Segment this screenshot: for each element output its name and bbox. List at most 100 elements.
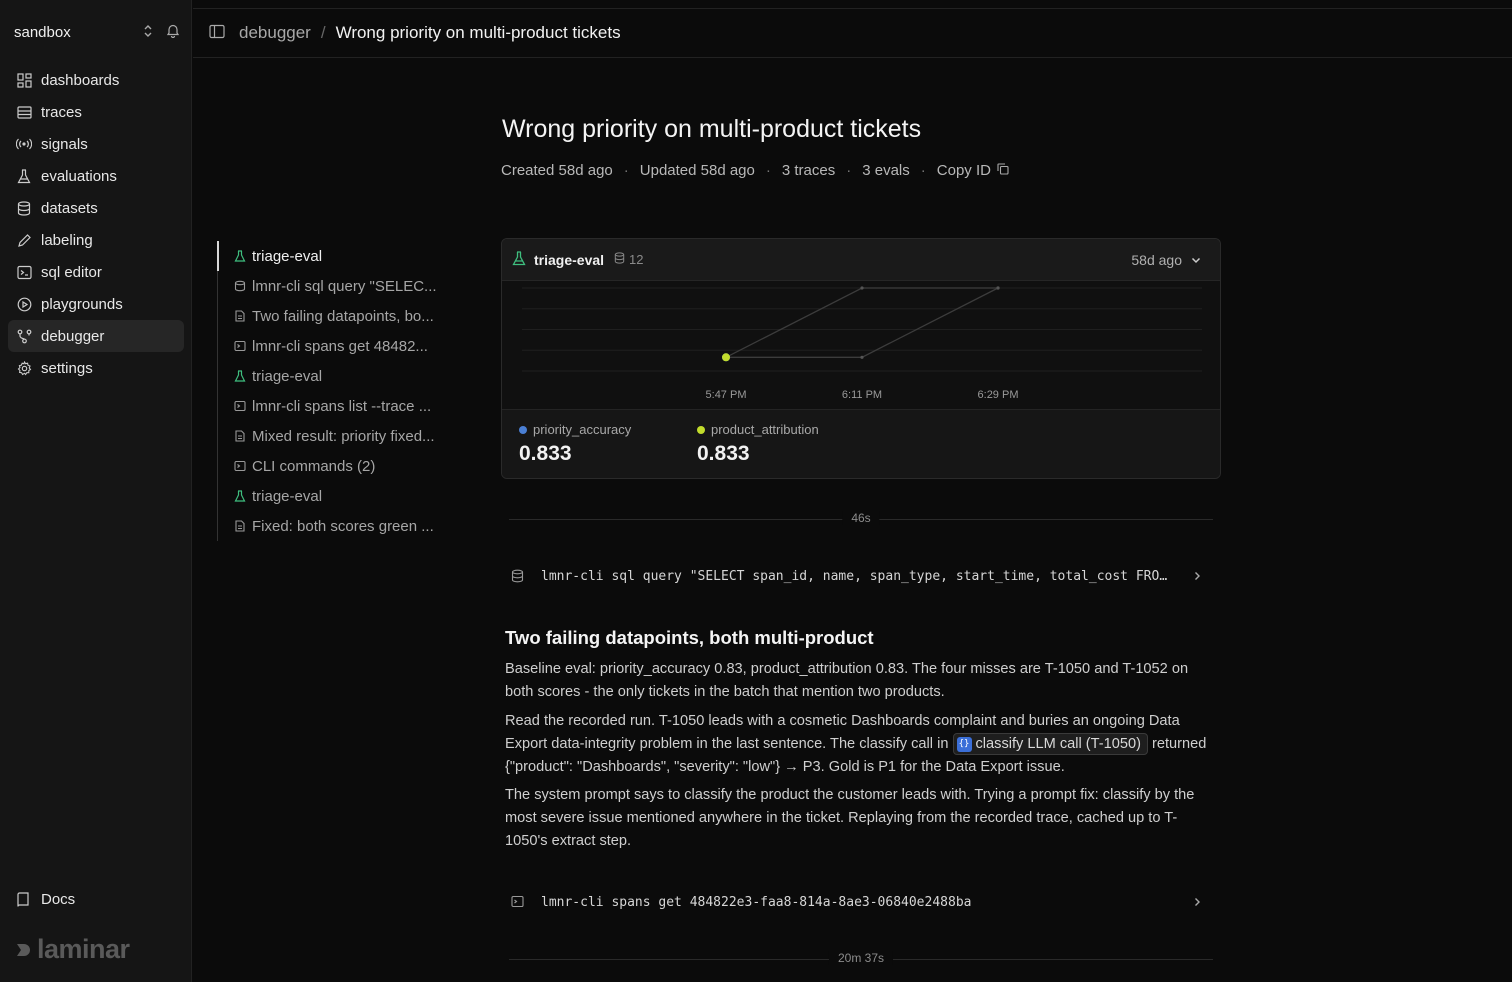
meta-updated: Updated 58d ago (639, 161, 755, 179)
x-tick-label: 6:29 PM (978, 389, 1019, 401)
sidebar-item-debugger[interactable]: debugger (8, 320, 184, 352)
outline-item-label: CLI commands (2) (252, 457, 376, 475)
sidebar-item-sql-editor[interactable]: sql editor (8, 256, 184, 288)
chevron-down-icon[interactable] (1190, 253, 1202, 269)
outline-item-label: triage-eval (252, 487, 323, 505)
copy-id-button[interactable]: Copy ID (937, 162, 1009, 179)
sidebar-item-label: traces (41, 103, 82, 121)
command-text: lmnr-cli spans get 484822e3-faa8-814a-8a… (541, 894, 972, 910)
outline-item[interactable]: triage-eval (218, 241, 442, 271)
metric-value: 0.833 (697, 442, 750, 465)
share-nodes-icon (16, 328, 32, 344)
sidebar: sandbox dashboards traces signals evalua… (0, 0, 192, 982)
sidebar-item-label: labeling (41, 231, 93, 249)
outline-item-label: lmnr-cli spans get 48482... (252, 337, 428, 355)
meta-dot: · (846, 161, 852, 179)
bell-icon[interactable] (166, 23, 180, 41)
timeline-duration: 20m 37s (828, 951, 894, 965)
command-row[interactable]: lmnr-cli sql query "SELECT span_id, name… (501, 559, 1221, 593)
document-icon (234, 430, 246, 442)
outline-item-label: triage-eval (252, 367, 323, 385)
sidebar-nav: dashboards traces signals evaluations da… (8, 64, 184, 384)
legend-dot (697, 425, 705, 434)
page-meta: Created 58d ago · Updated 58d ago · 3 tr… (501, 160, 1009, 180)
page-title: Wrong priority on multi-product tickets (502, 115, 922, 143)
meta-created: Created 58d ago (501, 161, 613, 179)
sidebar-item-traces[interactable]: traces (8, 96, 184, 128)
meta-dot: · (623, 161, 629, 179)
outline-item-label: lmnr-cli sql query "SELEC... (252, 277, 437, 295)
chevron-right-icon (1191, 895, 1203, 911)
chevron-up-down-icon[interactable] (142, 24, 154, 41)
chevron-right-icon (1191, 569, 1203, 585)
sidebar-toggle-icon[interactable] (209, 24, 225, 42)
x-tick-label: 6:11 PM (842, 389, 882, 401)
metric-name: priority_accuracy (533, 422, 632, 437)
breadcrumb-parent[interactable]: debugger (239, 23, 311, 43)
eval-name: triage-eval (534, 251, 605, 268)
note-paragraph: The system prompt says to classify the p… (505, 787, 1195, 849)
sidebar-item-label: evaluations (41, 167, 117, 185)
data-point-product-attribution (996, 286, 1000, 290)
outline-item[interactable]: lmnr-cli spans get 48482... (218, 331, 442, 361)
braces-icon: {} (956, 736, 972, 752)
terminal-icon (511, 895, 525, 909)
terminal-icon (234, 460, 246, 472)
workspace-switcher[interactable]: sandbox (14, 22, 184, 42)
outline-item-label: Fixed: both scores green ... (252, 517, 434, 535)
outline-item[interactable]: Mixed result: priority fixed... (218, 421, 442, 451)
sidebar-item-playgrounds[interactable]: playgrounds (8, 288, 184, 320)
eval-chart: 5:47 PM 6:11 PM 6:29 PM (522, 286, 1202, 401)
span-reference-chip[interactable]: {} classify LLM call (T-1050) (952, 733, 1148, 756)
outline-item[interactable]: triage-eval (218, 361, 442, 391)
sql-icon (234, 280, 246, 292)
outline-item[interactable]: lmnr-cli sql query "SELEC... (218, 271, 442, 301)
sidebar-item-evaluations[interactable]: evaluations (8, 160, 184, 192)
flask-icon (512, 250, 526, 269)
eval-card: triage-eval 12 58d ago 5:47 PM 6:11 PM 6:2… (501, 238, 1221, 479)
eval-card-header[interactable]: triage-eval 12 58d ago (502, 239, 1220, 281)
outline-item[interactable]: CLI commands (2) (218, 451, 442, 481)
app-root: sandbox dashboards traces signals evalua… (0, 0, 1512, 982)
outline-item-label: lmnr-cli spans list --trace ... (252, 397, 432, 415)
note-paragraph: Read the recorded run. T-1050 leads with… (505, 710, 1213, 779)
sidebar-item-settings[interactable]: settings (8, 352, 184, 384)
topbar: debugger / Wrong priority on multi-produ… (193, 8, 1512, 58)
workspace-name: sandbox (14, 23, 71, 41)
document-icon (234, 520, 246, 532)
meta-evals: 3 evals (862, 161, 910, 179)
pen-icon (16, 232, 32, 248)
book-icon (16, 891, 32, 908)
command-row[interactable]: lmnr-cli spans get 484822e3-faa8-814a-8a… (501, 885, 1221, 919)
sidebar-item-signals[interactable]: signals (8, 128, 184, 160)
outline-item[interactable]: Two failing datapoints, bo... (218, 301, 442, 331)
grid-icon (16, 72, 32, 88)
outline-active-marker (217, 241, 219, 271)
sidebar-item-datasets[interactable]: datasets (8, 192, 184, 224)
sidebar-item-labeling[interactable]: labeling (8, 224, 184, 256)
outline-item[interactable]: Fixed: both scores green ... (218, 511, 442, 541)
breadcrumb-separator: / (320, 23, 326, 42)
metric-name-row: priority_accuracy (519, 422, 631, 437)
eval-metrics: priority_accuracy 0.833 product_attribut… (502, 409, 1220, 478)
note-title: Two failing datapoints, both multi-produ… (505, 627, 874, 648)
gear-icon (16, 360, 32, 376)
brand-name: laminar (37, 934, 130, 964)
database-icon (614, 252, 625, 267)
outline-item-label: Mixed result: priority fixed... (252, 427, 435, 445)
legend-dot (519, 425, 527, 434)
outline-nav: triage-eval lmnr-cli sql query "SELEC...… (217, 241, 442, 541)
docs-label: Docs (41, 891, 76, 908)
data-point-product-attribution (860, 355, 864, 359)
docs-link[interactable]: Docs (16, 891, 75, 908)
metric-product-attribution: product_attribution 0.833 (697, 422, 819, 466)
outline-item[interactable]: lmnr-cli spans list --trace ... (218, 391, 442, 421)
eval-time: 58d ago (1131, 252, 1182, 268)
sidebar-item-dashboards[interactable]: dashboards (8, 64, 184, 96)
outline-item[interactable]: triage-eval (218, 481, 442, 511)
meta-dot: · (920, 161, 926, 179)
metric-value: 0.833 (519, 442, 572, 465)
terminal-icon (16, 264, 32, 280)
meta-traces: 3 traces (781, 161, 836, 179)
series-line-priority-accuracy (725, 287, 998, 358)
